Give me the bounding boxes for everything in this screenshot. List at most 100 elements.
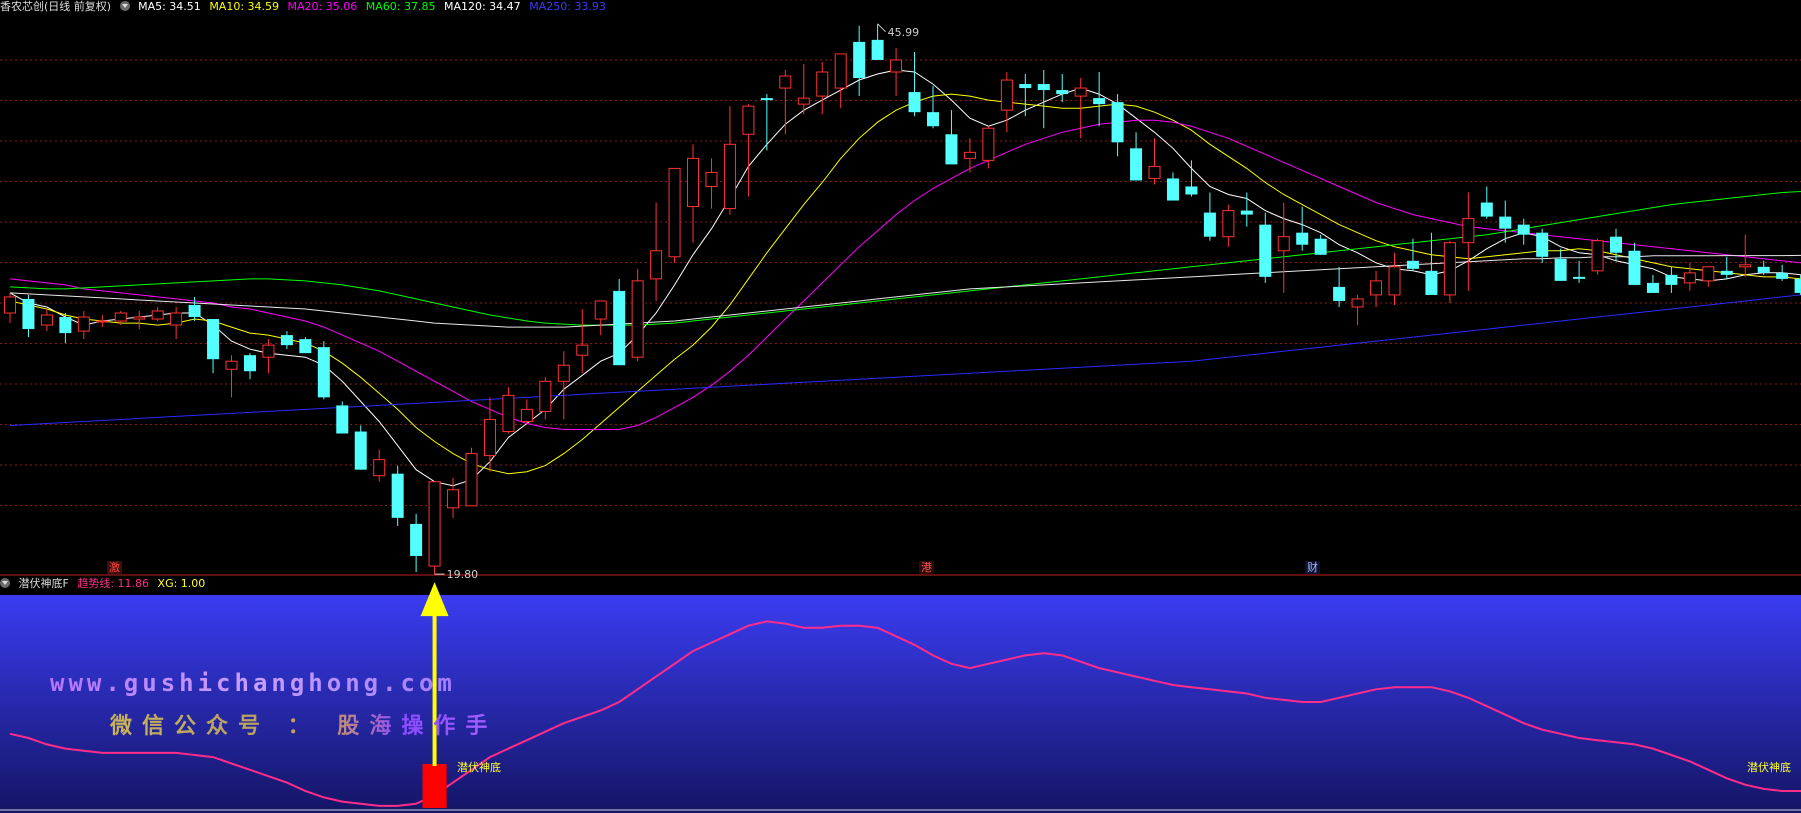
candle-body-up (982, 127, 995, 161)
indicator-name[interactable]: 潜伏神底F (19, 577, 69, 590)
candle-body-up (687, 157, 700, 208)
signal-label-first: 潜伏神底 (457, 761, 501, 774)
candle-body-down (1056, 90, 1069, 95)
candle-body-down (760, 98, 773, 101)
low-price-label: 19.80 (447, 568, 479, 581)
ma250-label: MA250: 33.93 (529, 0, 606, 13)
event-marker-cai[interactable]: 财 (1305, 561, 1320, 574)
candle-body-down (317, 347, 330, 398)
event-marker-ji[interactable]: 激 (107, 561, 122, 574)
candle-body-down (391, 473, 404, 518)
candle-body-up (1000, 79, 1013, 111)
candle-body-down (336, 405, 349, 434)
candle-body-up (1351, 298, 1364, 308)
candle-body-down (1037, 84, 1050, 91)
candle-body-down (1480, 202, 1493, 217)
candle-body-down (871, 39, 884, 60)
candle-body-down (1185, 186, 1198, 195)
candle-body-down (1406, 260, 1419, 269)
candle-body-up (4, 296, 16, 314)
candle-body-up (705, 171, 718, 187)
candle-body-up (447, 489, 460, 509)
candle-body-up (890, 59, 903, 73)
candle-body-down (1517, 224, 1530, 235)
candle-body-up (1370, 280, 1383, 296)
candle-body-down (299, 339, 312, 354)
candle-body-up (151, 310, 164, 320)
candle-body-up (1591, 240, 1604, 272)
candle-body-down (1203, 212, 1216, 237)
candle-body-down (410, 523, 423, 557)
candle-body-up (1074, 87, 1087, 97)
event-marker-gang[interactable]: 港 (919, 561, 934, 574)
ma60-label: MA60: 37.85 (365, 0, 436, 13)
price-grid (0, 59, 1801, 506)
candle-body-down (908, 92, 921, 113)
candle-body-up (1148, 165, 1161, 179)
ma-line-ma120 (9, 254, 1801, 328)
candle-body-up (594, 300, 607, 320)
indicator-toggle-icon[interactable] (0, 578, 10, 588)
ma120-label: MA120: 34.47 (443, 0, 521, 13)
stock-title[interactable]: 香农芯创(日线 前复权) (0, 0, 111, 13)
candle-body-down (853, 41, 866, 79)
candle-body-down (1314, 238, 1327, 255)
candle-body-up (557, 364, 570, 382)
candle-body-up (170, 312, 183, 326)
candle-body-up (1683, 272, 1696, 284)
candle-body-up (834, 53, 847, 89)
candle-body-up (779, 75, 792, 89)
candle-body-up (520, 408, 533, 422)
candle-body-down (1130, 148, 1143, 181)
candle-body-down (1757, 266, 1770, 273)
candle-body-down (1776, 272, 1789, 279)
candle-body-up (1443, 242, 1456, 296)
watermark-wechat: 微信公众号 ： 股海操作手 (110, 708, 497, 740)
candle-body-down (1019, 84, 1032, 89)
candle-body-down (1425, 270, 1438, 295)
moving-average-lines (9, 69, 1801, 487)
collapse-toggle-icon[interactable] (119, 1, 130, 11)
candle-body-up (1222, 210, 1235, 238)
ma-line-ma10 (9, 93, 1801, 475)
candle-body-up (1739, 264, 1752, 268)
ma5-label: MA5: 34.51 (138, 0, 201, 13)
candle-body-down (22, 298, 35, 330)
candle-body-down (1333, 286, 1346, 301)
candle-body-up (483, 418, 496, 457)
signal-label-second: 潜伏神底 (1747, 761, 1791, 774)
candle-body-down (1296, 232, 1309, 245)
candle-body-down (1093, 98, 1106, 105)
candle-body-up (816, 71, 829, 97)
candle-body-down (927, 112, 939, 127)
candle-body-up (1702, 266, 1715, 282)
candle-body-up (668, 167, 681, 258)
candle-body-down (1610, 236, 1623, 253)
trend-line-label: 趋势线: 11.86 (77, 577, 150, 590)
candle-body-up (133, 316, 146, 320)
candle-body-up (539, 380, 552, 412)
candle-body-down (1259, 224, 1272, 277)
candle-body-down (1166, 178, 1179, 201)
ma20-label: MA20: 35.06 (287, 0, 358, 13)
candle-body-up (77, 316, 90, 332)
ma-line-ma5 (9, 69, 1801, 487)
candle-body-up (40, 314, 53, 326)
candle-body-down (1111, 102, 1124, 143)
candle-body-up (502, 394, 515, 433)
candle-body-down (945, 134, 958, 165)
candle-body-up (576, 344, 589, 356)
candle-body-down (280, 335, 293, 346)
candle-body-up (465, 453, 478, 507)
candle-body-up (742, 105, 755, 135)
candle-body-down (1628, 250, 1641, 285)
indicator-header: 潜伏神底F 趋势线: 11.86 XG: 1.00 (0, 577, 210, 591)
candle-body-down (1499, 216, 1512, 229)
candle-body-down (188, 304, 201, 318)
candle-body-down (1240, 210, 1253, 215)
candle-body-up (262, 344, 275, 358)
watermark-url: www.gushichanghong.com (50, 669, 456, 697)
candle-body-down (59, 317, 72, 334)
candle-body-down (1794, 278, 1801, 293)
candle-body-up (723, 143, 736, 210)
